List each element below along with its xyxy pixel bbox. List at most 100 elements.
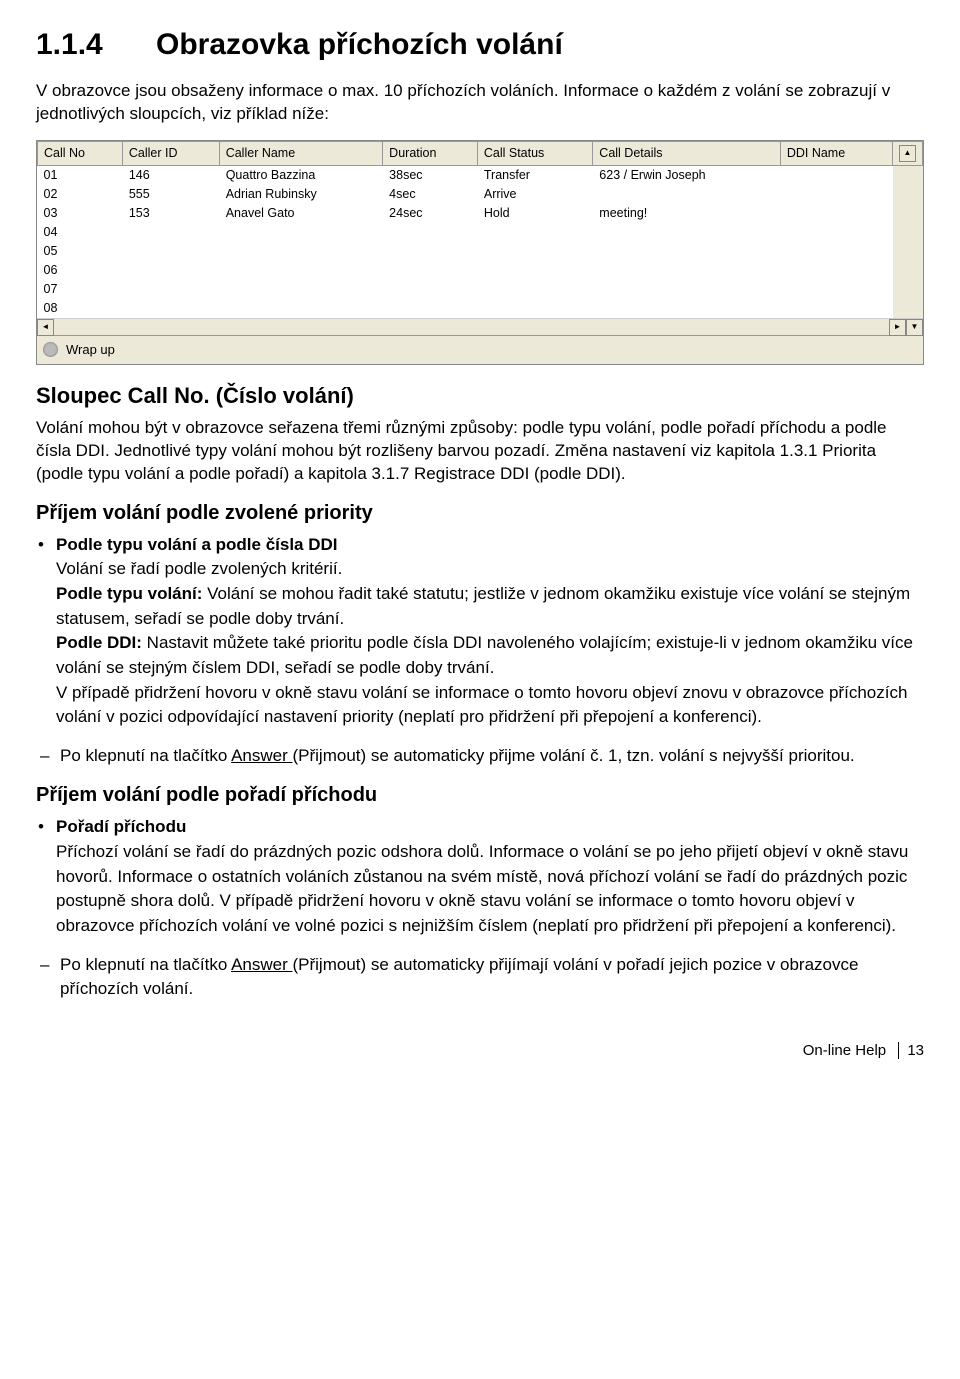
table-cell [477,223,592,242]
table-row[interactable]: 03153Anavel Gato24secHoldmeeting! [38,204,923,223]
status-indicator-icon [43,342,58,357]
table-cell [477,299,592,318]
table-cell: meeting! [593,204,781,223]
page-footer: On-line Help 13 [36,1042,924,1059]
intro-paragraph: V obrazovce jsou obsaženy informace o ma… [36,80,924,126]
subheading-text-a: Sloupec Call No. [36,383,216,408]
scroll-up-button[interactable]: ▲ [893,141,923,165]
section-title: Obrazovka příchozích volání [156,28,563,61]
table-cell [219,280,382,299]
body-text: V případě přidržení hovoru v okně stavu … [56,683,907,727]
table-cell [780,204,892,223]
body-text: Po klepnutí na tlačítko [60,955,231,974]
status-text: Wrap up [66,342,115,357]
body-text: Nastavit můžete také prioritu podle čísl… [56,633,913,677]
table-cell: Transfer [477,165,592,185]
table-cell: 08 [38,299,123,318]
horizontal-scrollbar[interactable]: ◄ ► ▼ [37,318,923,335]
table-cell [383,299,478,318]
table-cell [780,299,892,318]
table-cell: Hold [477,204,592,223]
table-cell: 4sec [383,185,478,204]
col-duration[interactable]: Duration [383,141,478,165]
table-row[interactable]: 08 [38,299,923,318]
table-cell: 623 / Erwin Joseph [593,165,781,185]
table-cell [593,185,781,204]
table-cell [477,242,592,261]
call-no-description: Volání mohou být v obrazovce seřazena tř… [36,417,924,486]
footer-page-number: 13 [907,1042,924,1059]
table-cell [593,280,781,299]
vertical-scrollbar-track[interactable] [893,280,923,299]
scroll-left-button[interactable]: ◄ [37,319,54,336]
table-cell [383,242,478,261]
table-cell: 146 [122,165,219,185]
scroll-down-button[interactable]: ▼ [906,319,923,336]
table-row[interactable]: 05 [38,242,923,261]
col-call-no[interactable]: Call No [38,141,123,165]
vertical-scrollbar-track[interactable] [893,165,923,185]
vertical-scrollbar-track[interactable] [893,242,923,261]
table-cell [122,299,219,318]
col-caller-name[interactable]: Caller Name [219,141,382,165]
answer-link-text: Answer [231,955,292,974]
vertical-scrollbar-track[interactable] [893,185,923,204]
list-item: Po klepnutí na tlačítko Answer (Přijmout… [60,744,924,769]
table-cell [780,223,892,242]
inline-label: Podle typu volání: [56,584,202,603]
table-row[interactable]: 06 [38,261,923,280]
table-cell [219,223,382,242]
table-cell: 02 [38,185,123,204]
table-row[interactable]: 07 [38,280,923,299]
table-row[interactable]: 02555Adrian Rubinsky4secArrive [38,185,923,204]
section-heading: 1.1.4Obrazovka příchozích volání [36,28,924,62]
table-cell [219,242,382,261]
table-cell: Adrian Rubinsky [219,185,382,204]
vertical-scrollbar-track[interactable] [893,261,923,280]
table-cell: 555 [122,185,219,204]
table-cell [122,223,219,242]
table-cell: 01 [38,165,123,185]
vertical-scrollbar-track[interactable] [893,223,923,242]
table-cell: 24sec [383,204,478,223]
subheading-text-b: (Číslo volání) [216,383,354,408]
table-cell: Arrive [477,185,592,204]
table-cell: Anavel Gato [219,204,382,223]
table-cell: 03 [38,204,123,223]
body-text: (Přijmout) se automaticky přijme volání … [292,746,854,765]
table-row[interactable]: 01146Quattro Bazzina38secTransfer623 / E… [38,165,923,185]
status-bar: Wrap up [37,335,923,364]
col-ddi-name[interactable]: DDI Name [780,141,892,165]
table-cell [122,280,219,299]
vertical-scrollbar-track[interactable] [893,204,923,223]
table-cell [122,261,219,280]
table-cell [593,261,781,280]
table-cell: 38sec [383,165,478,185]
vertical-scrollbar-track[interactable] [893,299,923,318]
col-caller-id[interactable]: Caller ID [122,141,219,165]
table-cell: 06 [38,261,123,280]
col-call-details[interactable]: Call Details [593,141,781,165]
section-number: 1.1.4 [36,28,156,62]
table-cell [593,299,781,318]
table-cell: 153 [122,204,219,223]
col-call-status[interactable]: Call Status [477,141,592,165]
subheading-call-no: Sloupec Call No. (Číslo volání) [36,383,924,409]
bullet-title: Podle typu volání a podle čísla DDI [56,535,338,554]
table-row[interactable]: 04 [38,223,923,242]
table-cell [780,280,892,299]
answer-link-text: Answer [231,746,292,765]
table-cell: 07 [38,280,123,299]
table-cell [383,261,478,280]
table-cell [219,299,382,318]
list-item: Podle typu volání a podle čísla DDI Volá… [56,533,924,730]
inline-label: Podle DDI: [56,633,142,652]
table-cell: 04 [38,223,123,242]
table-cell: Quattro Bazzina [219,165,382,185]
table-cell [593,223,781,242]
table-cell [477,261,592,280]
scroll-right-button[interactable]: ► [889,319,906,336]
table-cell [383,223,478,242]
bullet-title: Pořadí příchodu [56,817,186,836]
table-cell [477,280,592,299]
